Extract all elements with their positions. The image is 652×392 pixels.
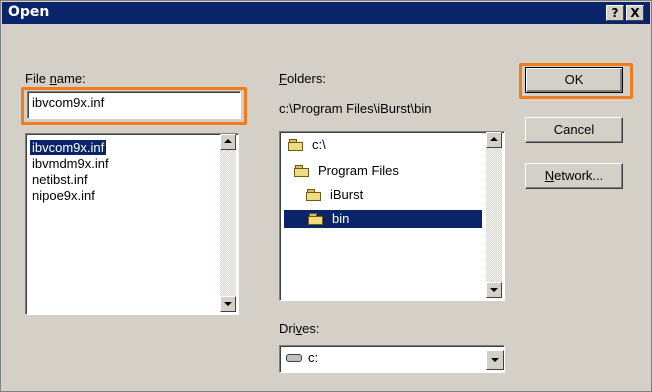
hard-drive-icon xyxy=(286,354,302,362)
drive-value: c: xyxy=(308,350,319,365)
folders-label: Folders: xyxy=(279,71,326,86)
title-bar: Open ? X xyxy=(2,2,650,24)
file-scroll-up-button[interactable] xyxy=(220,134,236,150)
open-dialog: Open ? X File name: ibvcom9x.inf ibvcom9… xyxy=(0,0,652,392)
file-name-highlight xyxy=(21,87,247,125)
file-name-label: File name: xyxy=(25,71,86,86)
current-path: c:\Program Files\iBurst\bin xyxy=(279,101,432,116)
help-button[interactable]: ? xyxy=(606,5,624,21)
ok-button-highlight xyxy=(519,63,633,99)
file-list-scrollbar[interactable] xyxy=(220,134,236,312)
file-list[interactable]: ibvcom9x.inf ibvmdm9x.inf netibst.inf ni… xyxy=(25,133,239,315)
folder-open-icon xyxy=(288,139,304,151)
folder-open-icon xyxy=(306,189,322,201)
arrow-down-icon xyxy=(224,302,232,306)
folder-open-icon xyxy=(308,213,324,225)
drives-label: Drives: xyxy=(279,321,320,336)
arrow-up-icon xyxy=(490,137,498,141)
file-item[interactable]: ibvmdm9x.inf xyxy=(30,156,111,171)
close-button[interactable]: X xyxy=(626,5,644,21)
file-item[interactable]: netibst.inf xyxy=(30,172,90,187)
folder-tree-scrollbar[interactable] xyxy=(486,132,502,298)
chevron-down-icon xyxy=(491,358,499,362)
dialog-title: Open xyxy=(8,4,50,20)
folder-tree[interactable]: c:\ Program Files iBurst bin xyxy=(279,131,505,301)
drives-select[interactable]: c: xyxy=(279,345,505,373)
network-button[interactable]: Network... xyxy=(525,163,623,189)
folder-scroll-up-button[interactable] xyxy=(486,132,502,148)
file-item[interactable]: nipoe9x.inf xyxy=(30,188,97,203)
file-scroll-down-button[interactable] xyxy=(220,296,236,312)
file-item[interactable]: ibvcom9x.inf xyxy=(30,140,107,155)
drives-dropdown-button[interactable] xyxy=(486,350,504,370)
cancel-button[interactable]: Cancel xyxy=(525,117,623,143)
arrow-up-icon xyxy=(224,139,232,143)
folder-open-icon xyxy=(294,165,310,177)
folder-scroll-down-button[interactable] xyxy=(486,282,502,298)
folder-item-selected[interactable]: bin xyxy=(284,210,482,228)
arrow-down-icon xyxy=(490,288,498,292)
